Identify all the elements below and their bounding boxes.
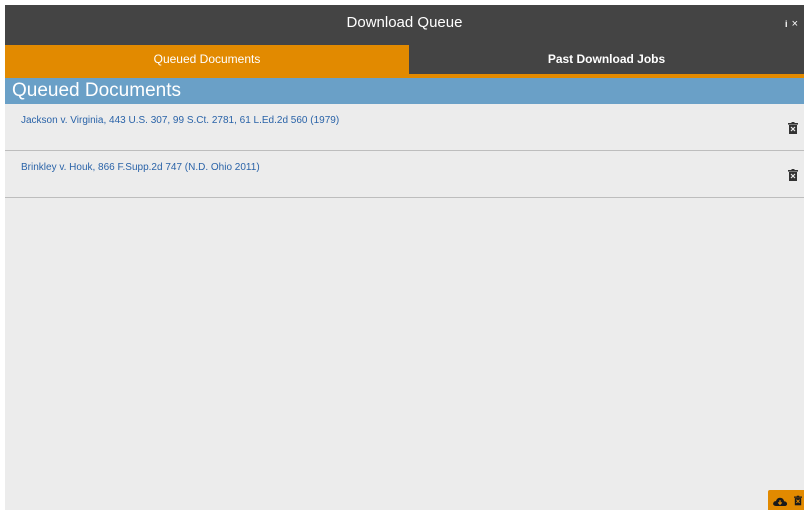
info-icon[interactable]: i: [785, 18, 788, 30]
trash-icon: [794, 495, 802, 506]
window-title: Download Queue: [346, 14, 463, 31]
trash-icon[interactable]: [788, 122, 798, 134]
download-button[interactable]: [768, 490, 792, 510]
tab-past-download-jobs[interactable]: Past Download Jobs: [409, 45, 804, 74]
section-header: Queued Documents: [5, 78, 804, 104]
section-title: Queued Documents: [12, 80, 181, 101]
list-item: Brinkley v. Houk, 866 F.Supp.2d 747 (N.D…: [5, 151, 804, 198]
trash-icon[interactable]: [788, 169, 798, 181]
title-bar: Download Queue i ×: [5, 5, 804, 45]
window-controls: i ×: [785, 18, 798, 30]
close-icon[interactable]: ×: [792, 18, 798, 30]
delete-all-button[interactable]: [792, 490, 804, 510]
list-item: Jackson v. Virginia, 443 U.S. 307, 99 S.…: [5, 104, 804, 151]
download-queue-dialog: Download Queue i × Queued Documents Past…: [5, 5, 804, 510]
document-link[interactable]: Jackson v. Virginia, 443 U.S. 307, 99 S.…: [21, 115, 339, 126]
bottom-actions: [768, 490, 804, 510]
tab-bar: Queued Documents Past Download Jobs: [5, 45, 804, 78]
tab-queued-documents[interactable]: Queued Documents: [5, 45, 409, 74]
document-link[interactable]: Brinkley v. Houk, 866 F.Supp.2d 747 (N.D…: [21, 162, 260, 173]
cloud-download-icon: [773, 497, 788, 506]
document-list: Jackson v. Virginia, 443 U.S. 307, 99 S.…: [5, 104, 804, 198]
